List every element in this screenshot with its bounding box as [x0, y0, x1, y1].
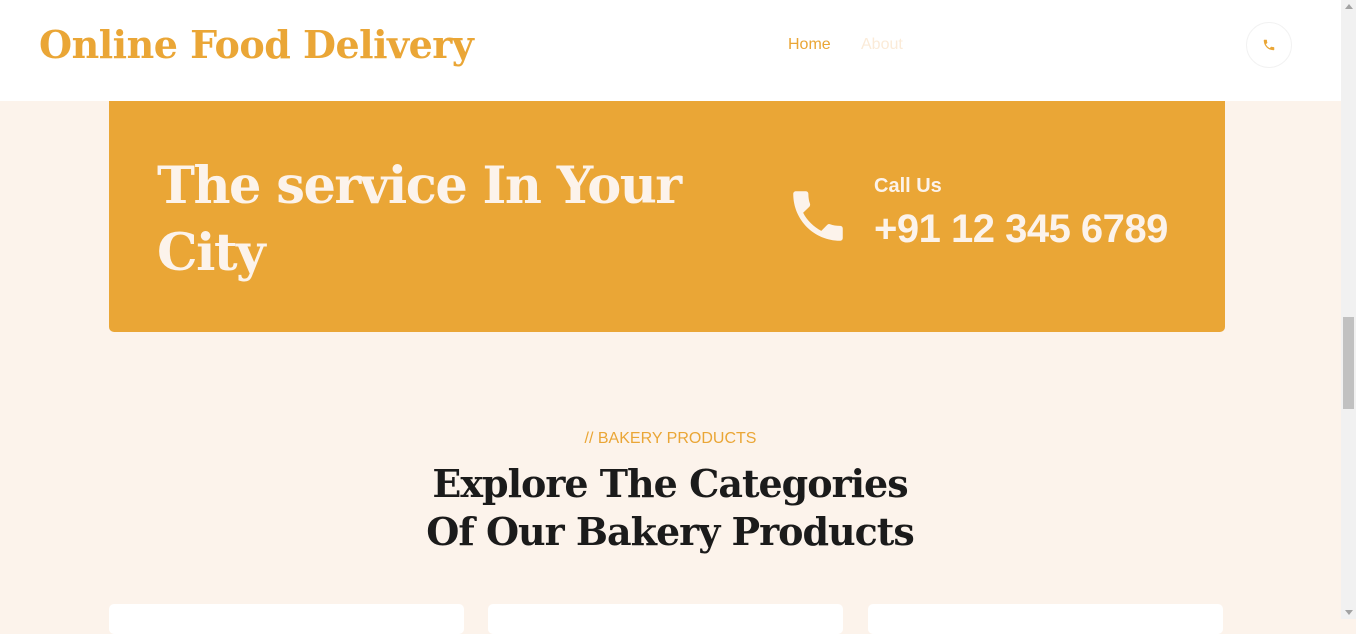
- banner-title: The service In Your City: [157, 156, 682, 283]
- nav-home-link[interactable]: Home: [788, 36, 831, 54]
- site-header: Online Food Delivery Home About: [0, 0, 1341, 101]
- category-card[interactable]: [109, 604, 464, 634]
- category-card[interactable]: [488, 604, 843, 634]
- section-eyebrow: // BAKERY PRODUCTS: [584, 430, 757, 447]
- header-call-button[interactable]: [1246, 22, 1292, 68]
- nav-about-link[interactable]: About: [861, 36, 903, 54]
- phone-icon: [793, 191, 843, 241]
- call-us-label: Call Us: [874, 175, 942, 197]
- brand-logo[interactable]: Online Food Delivery: [39, 22, 474, 67]
- phone-icon: [1263, 39, 1275, 51]
- phone-number[interactable]: +91 12 345 6789: [874, 207, 1168, 252]
- category-card[interactable]: [868, 604, 1223, 634]
- scroll-up-arrow-icon[interactable]: [1345, 4, 1353, 9]
- scroll-down-arrow-icon[interactable]: [1345, 610, 1353, 615]
- scrollbar-thumb[interactable]: [1343, 317, 1354, 409]
- page-scrollbar[interactable]: [1341, 0, 1356, 619]
- section-title: Explore The Categories Of Our Bakery Pro…: [426, 461, 914, 554]
- service-banner: The service In Your City Call Us +91 12 …: [109, 101, 1225, 332]
